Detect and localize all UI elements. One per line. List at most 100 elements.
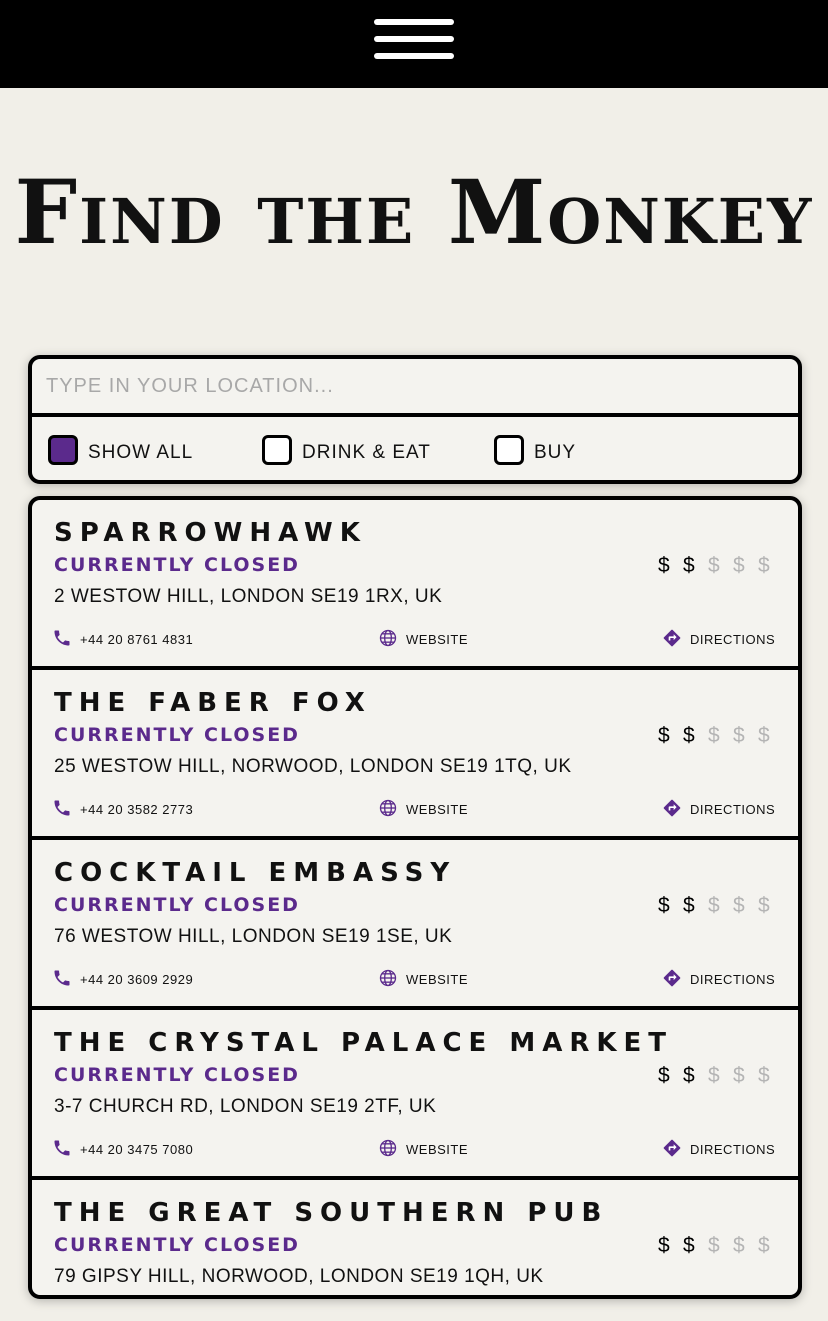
directions-label: DIRECTIONS <box>690 632 776 647</box>
phone-link[interactable]: +44 20 3582 2773 <box>52 798 193 821</box>
filter-label: DRINK & EAT <box>302 442 431 463</box>
filter-label: SHOW ALL <box>88 442 194 463</box>
filter-show-all[interactable]: SHOW ALL <box>48 435 193 465</box>
directions-link[interactable]: DIRECTIONS <box>662 1138 775 1161</box>
price-dollar-on: $ <box>683 894 695 917</box>
phone-number: +44 20 3582 2773 <box>80 802 194 817</box>
directions-icon <box>662 798 690 821</box>
hamburger-menu-icon[interactable] <box>374 19 454 59</box>
venue-name[interactable]: SPARROWHAWK <box>54 518 367 548</box>
directions-link[interactable]: DIRECTIONS <box>662 628 775 651</box>
price-dollar-off: $ <box>708 554 720 577</box>
price-rating: $ $ $ $ $ <box>658 724 783 748</box>
price-dollar-on: $ <box>683 1064 695 1087</box>
website-link[interactable]: WEBSITE <box>378 628 468 651</box>
venue-name[interactable]: COCKTAIL EMBASSY <box>54 858 456 888</box>
price-dollar-on: $ <box>658 894 670 917</box>
phone-number: +44 20 3475 7080 <box>80 1142 194 1157</box>
price-dollar-off: $ <box>733 724 745 747</box>
venue-status: CURRENTLY CLOSED <box>54 1064 300 1086</box>
phone-number: +44 20 3609 2929 <box>80 972 194 987</box>
price-dollar-on: $ <box>658 554 670 577</box>
price-dollar-off: $ <box>758 724 770 747</box>
price-dollar-on: $ <box>683 554 695 577</box>
price-dollar-on: $ <box>658 1064 670 1087</box>
venue-address: 79 GIPSY HILL, NORWOOD, LONDON SE19 1QH,… <box>54 1266 544 1287</box>
top-navigation-bar <box>0 0 828 88</box>
drink-eat-checkbox[interactable] <box>262 435 292 465</box>
price-dollar-off: $ <box>733 894 745 917</box>
website-label: WEBSITE <box>406 632 469 647</box>
price-dollar-off: $ <box>758 1234 770 1257</box>
venue-status: CURRENTLY CLOSED <box>54 554 300 576</box>
phone-icon <box>52 968 80 991</box>
filter-buy[interactable]: BUY <box>494 435 576 465</box>
phone-link[interactable]: +44 20 3475 7080 <box>52 1138 193 1161</box>
directions-icon <box>662 1138 690 1161</box>
website-link[interactable]: WEBSITE <box>378 968 468 991</box>
page-title: Find the Monkey <box>14 160 814 264</box>
show-all-checkbox[interactable] <box>48 435 78 465</box>
directions-link[interactable]: DIRECTIONS <box>662 968 775 991</box>
website-label: WEBSITE <box>406 1142 469 1157</box>
venue-name[interactable]: THE FABER FOX <box>54 688 372 718</box>
globe-icon <box>378 798 406 821</box>
directions-link[interactable]: DIRECTIONS <box>662 798 775 821</box>
globe-icon <box>378 628 406 651</box>
website-link[interactable]: WEBSITE <box>378 798 468 821</box>
price-dollar-off: $ <box>708 894 720 917</box>
venue-card[interactable]: THE FABER FOX CURRENTLY CLOSED 25 WESTOW H… <box>32 670 798 840</box>
price-dollar-on: $ <box>658 1234 670 1257</box>
venue-card[interactable]: SPARROWHAWK CURRENTLY CLOSED 2 WESTOW HILL… <box>32 500 798 670</box>
location-search-input[interactable] <box>32 359 798 417</box>
website-link[interactable]: WEBSITE <box>378 1138 468 1161</box>
venue-card[interactable]: THE GREAT SOUTHERN PUB CURRENTLY CLOSED 79… <box>32 1180 798 1295</box>
price-dollar-off: $ <box>708 724 720 747</box>
directions-label: DIRECTIONS <box>690 1142 776 1157</box>
phone-icon <box>52 628 80 651</box>
filter-drink-eat[interactable]: DRINK & EAT <box>262 435 431 465</box>
price-rating: $ $ $ $ $ <box>658 1234 783 1258</box>
phone-icon <box>52 1138 80 1161</box>
phone-link[interactable]: +44 20 3609 2929 <box>52 968 193 991</box>
venue-name[interactable]: THE GREAT SOUTHERN PUB <box>54 1198 608 1228</box>
price-dollar-on: $ <box>683 724 695 747</box>
price-dollar-off: $ <box>733 554 745 577</box>
price-rating: $ $ $ $ $ <box>658 554 783 578</box>
venue-address: 25 WESTOW HILL, NORWOOD, LONDON SE19 1TQ… <box>54 756 572 777</box>
globe-icon <box>378 968 406 991</box>
price-dollar-off: $ <box>758 554 770 577</box>
price-dollar-off: $ <box>708 1234 720 1257</box>
venue-name[interactable]: THE CRYSTAL PALACE MARKET <box>54 1028 673 1058</box>
price-dollar-off: $ <box>733 1234 745 1257</box>
globe-icon <box>378 1138 406 1161</box>
website-label: WEBSITE <box>406 802 469 817</box>
venue-status: CURRENTLY CLOSED <box>54 1234 300 1256</box>
price-rating: $ $ $ $ $ <box>658 1064 783 1088</box>
venue-card[interactable]: COCKTAIL EMBASSY CURRENTLY CLOSED 76 WESTO… <box>32 840 798 1010</box>
phone-number: +44 20 8761 4831 <box>80 632 194 647</box>
price-dollar-off: $ <box>733 1064 745 1087</box>
phone-icon <box>52 798 80 821</box>
directions-icon <box>662 628 690 651</box>
price-rating: $ $ $ $ $ <box>658 894 783 918</box>
price-dollar-off: $ <box>758 894 770 917</box>
website-label: WEBSITE <box>406 972 469 987</box>
venue-status: CURRENTLY CLOSED <box>54 724 300 746</box>
venue-address: 3-7 CHURCH RD, LONDON SE19 2TF, UK <box>54 1096 437 1117</box>
venue-card[interactable]: THE CRYSTAL PALACE MARKET CURRENTLY CLOSE… <box>32 1010 798 1180</box>
filter-label: BUY <box>534 442 577 463</box>
venue-status: CURRENTLY CLOSED <box>54 894 300 916</box>
price-dollar-on: $ <box>683 1234 695 1257</box>
directions-label: DIRECTIONS <box>690 972 776 987</box>
venue-list: SPARROWHAWK CURRENTLY CLOSED 2 WESTOW HILL… <box>28 496 802 1299</box>
price-dollar-off: $ <box>758 1064 770 1087</box>
directions-icon <box>662 968 690 991</box>
price-dollar-off: $ <box>708 1064 720 1087</box>
search-panel: SHOW ALL DRINK & EAT BUY <box>28 355 802 484</box>
directions-label: DIRECTIONS <box>690 802 776 817</box>
venue-address: 2 WESTOW HILL, LONDON SE19 1RX, UK <box>54 586 443 607</box>
price-dollar-on: $ <box>658 724 670 747</box>
buy-checkbox[interactable] <box>494 435 524 465</box>
phone-link[interactable]: +44 20 8761 4831 <box>52 628 193 651</box>
